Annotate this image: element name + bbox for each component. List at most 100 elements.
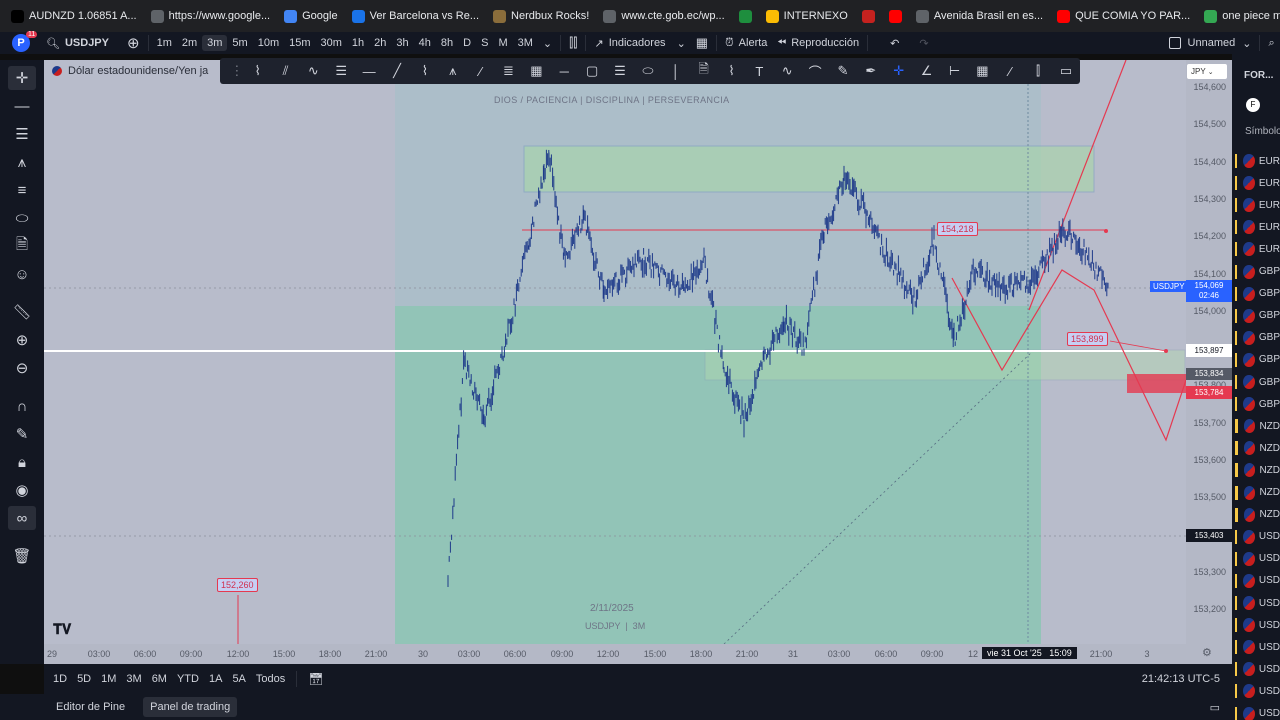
bookmark-item[interactable]: Google <box>277 4 344 28</box>
candle-type-icon[interactable]: ⫿⫿ <box>564 32 582 54</box>
pattern-icon[interactable]: ⌇ <box>411 63 439 79</box>
watchlist-row[interactable]: EUR <box>1232 238 1280 260</box>
watchlist-row[interactable]: EUR <box>1232 150 1280 172</box>
bookmark-item[interactable]: https://www.google... <box>144 4 278 28</box>
templates-icon[interactable]: ▦ <box>691 32 713 54</box>
timeframe-3M[interactable]: 3M <box>513 35 538 51</box>
timeframe-4h[interactable]: 4h <box>414 35 436 51</box>
link-icon[interactable]: ∞ <box>8 506 36 530</box>
timeframe-2h[interactable]: 2h <box>369 35 391 51</box>
horizontal-lines-icon[interactable]: ☰ <box>8 122 36 146</box>
timeframe-5m[interactable]: 5m <box>227 35 252 51</box>
bookmark-item[interactable]: www.cte.gob.ec/wp... <box>596 4 731 28</box>
range-todos[interactable]: Todos <box>251 673 290 685</box>
watchlist-header[interactable]: FOR... <box>1244 70 1273 81</box>
watchlist-flag-icon[interactable]: F <box>1246 98 1260 112</box>
bookmark-item[interactable]: INTERNEXO <box>759 4 855 28</box>
watchlist-row[interactable]: USD <box>1232 592 1280 614</box>
watchlist-col-symbol[interactable]: Símbolo <box>1245 126 1280 137</box>
compare-add-icon[interactable]: ⊕ <box>122 32 145 54</box>
watchlist-row[interactable]: GBP <box>1232 393 1280 415</box>
bookmark-item[interactable]: QUE COMIA YO PAR... <box>1050 4 1197 28</box>
watchlist-row[interactable]: NZD <box>1232 437 1280 459</box>
crosshair-icon[interactable]: ✛ <box>885 63 913 79</box>
utc-clock[interactable]: 21:42:13 UTC-5 <box>1142 673 1220 685</box>
watchlist-row[interactable]: USD <box>1232 636 1280 658</box>
watchlist-row[interactable]: GBP <box>1232 261 1280 283</box>
watchlist-row[interactable]: GBP <box>1232 371 1280 393</box>
price-axis[interactable]: JPY ⌄ 154,600 154,500 154,400 154,300 154,20… <box>1150 60 1232 644</box>
pencil-lock-icon[interactable]: ✎ <box>8 422 36 446</box>
measure-icon[interactable]: ∕ <box>996 64 1024 79</box>
timeframe-M[interactable]: M <box>493 35 512 51</box>
horizontal-line-icon[interactable]: ─ <box>550 64 578 79</box>
watchlist-row[interactable]: USD <box>1232 548 1280 570</box>
trend-line-icon[interactable]: ― <box>8 94 36 118</box>
bookmark-item[interactable]: AUDNZD 1.06851 A... <box>4 4 144 28</box>
elliott-wave-icon[interactable]: ⌇ <box>718 63 746 79</box>
layout-button[interactable]: Unnamed ⌄ <box>1164 32 1257 54</box>
timeframe-S[interactable]: S <box>476 35 493 51</box>
handle-icon[interactable]: ⋮ <box>230 63 244 79</box>
watchlist-row[interactable]: USD <box>1232 658 1280 680</box>
timeframe-2m[interactable]: 2m <box>177 35 202 51</box>
watchlist-row[interactable]: EUR <box>1232 216 1280 238</box>
price-note-154218[interactable]: 154,218 <box>937 222 978 236</box>
magnet-icon[interactable]: ∩ <box>8 394 36 418</box>
gann-grid-icon[interactable]: ▦ <box>968 63 996 79</box>
watchlist-row[interactable]: USD <box>1232 680 1280 702</box>
range-3m[interactable]: 3M <box>121 673 146 685</box>
range-1d[interactable]: 1D <box>48 673 72 685</box>
range-1m[interactable]: 1M <box>96 673 121 685</box>
maximize-icon[interactable]: ▭ <box>1210 701 1220 714</box>
emoji-icon[interactable]: ☺︎ <box>8 262 36 286</box>
timeframe-1m[interactable]: 1m <box>152 35 177 51</box>
fib-icon[interactable]: ≣ <box>495 63 523 79</box>
watchlist-row[interactable]: USD <box>1232 703 1280 720</box>
text-icon[interactable]: T <box>745 64 773 79</box>
price-range-icon[interactable]: ⫿ <box>1024 63 1052 79</box>
watchlist-row[interactable]: EUR <box>1232 172 1280 194</box>
timeframe-D[interactable]: D <box>458 35 476 51</box>
timeframe-10m[interactable]: 10m <box>253 35 284 51</box>
date-range-icon[interactable]: ⊢ <box>941 63 969 79</box>
timeframe-15m[interactable]: 15m <box>284 35 315 51</box>
grid-icon[interactable]: ▦ <box>522 63 550 79</box>
price-note-152260[interactable]: 152,260 <box>217 578 258 592</box>
timeframe-30m[interactable]: 30m <box>316 35 347 51</box>
zigzag-icon[interactable]: ⌇ <box>244 63 272 79</box>
ellipse-icon[interactable]: ⬭ <box>634 63 662 79</box>
eye-icon[interactable]: ◉ <box>8 478 36 502</box>
time-axis[interactable]: 29 03:00 06:00 09:00 12:00 15:00 18:00 21:00 30 0… <box>44 644 1232 664</box>
calendar-icon[interactable]: 📅︎ <box>308 672 323 686</box>
indicators-button[interactable]: ↗ Indicadores ⌄ <box>589 32 690 54</box>
ruler-icon[interactable]: 📏︎ <box>8 300 36 324</box>
horizontal-ray-icon[interactable]: — <box>355 64 383 79</box>
bookmark-item[interactable] <box>882 4 909 28</box>
bookmark-item[interactable]: Avenida Brasil en es... <box>909 4 1050 28</box>
trend-line-icon[interactable]: ╱ <box>383 63 411 79</box>
range-5d[interactable]: 5D <box>72 673 96 685</box>
text-tool-icon[interactable]: 🗎︎ <box>8 234 36 258</box>
range-6m[interactable]: 6M <box>147 673 172 685</box>
watchlist-row[interactable]: GBP <box>1232 349 1280 371</box>
redo-icon[interactable]: ↷ <box>914 32 933 54</box>
watchlist-row[interactable]: EUR <box>1232 194 1280 216</box>
trash-icon[interactable]: 🗑︎ <box>8 544 36 568</box>
user-avatar[interactable]: P 11 <box>0 31 38 54</box>
watchlist-row[interactable]: NZD <box>1232 415 1280 437</box>
watchlist-row[interactable]: USD <box>1232 526 1280 548</box>
bookmark-item[interactable] <box>732 4 759 28</box>
tab-trading-panel[interactable]: Panel de trading <box>143 697 238 717</box>
watchlist-row[interactable]: GBP <box>1232 327 1280 349</box>
alert-button[interactable]: ⏰︎ Alerta <box>720 32 772 54</box>
bookmark-item[interactable]: Nerdbux Rocks! <box>486 4 596 28</box>
range-5a[interactable]: 5A <box>227 673 250 685</box>
vertical-line-icon[interactable]: │ <box>662 64 690 79</box>
chevron-down-icon[interactable]: ⌄ <box>538 32 557 54</box>
settings-icon[interactable]: ⚙︎ <box>1202 646 1212 659</box>
zoom-in-icon[interactable]: ⊕ <box>8 328 36 352</box>
timeframe-3h[interactable]: 3h <box>391 35 413 51</box>
lines-icon[interactable]: ☰ <box>327 63 355 79</box>
bookmark-item[interactable] <box>855 4 882 28</box>
